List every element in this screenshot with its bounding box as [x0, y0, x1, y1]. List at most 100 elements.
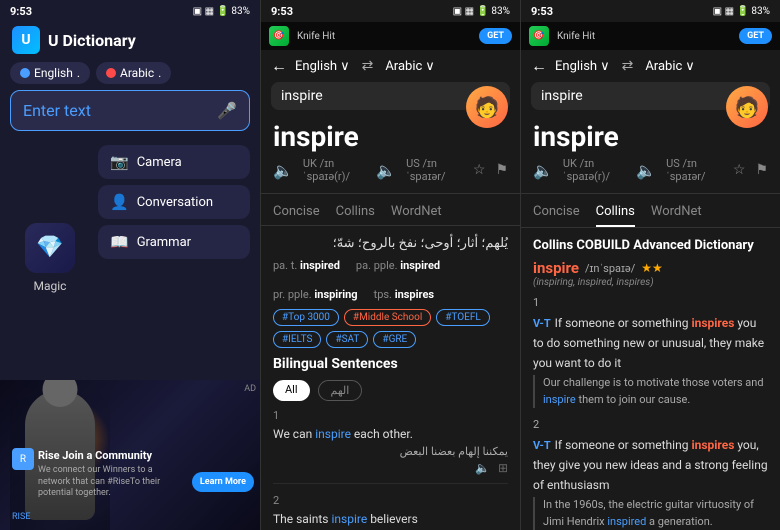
tab-concise-p3[interactable]: Concise: [533, 198, 580, 227]
tag-toefl[interactable]: #TOEFL: [436, 309, 489, 326]
ad-title: Rise Join a Community: [38, 449, 180, 463]
tag-middle-school[interactable]: #Middle School: [344, 309, 431, 326]
report-icon[interactable]: ⚑: [495, 162, 508, 178]
collins-word-forms: (inspiring, inspired, inspires): [533, 277, 768, 288]
status-icons-p2: ▣ ▦ 🔋 83%: [453, 6, 510, 17]
conversation-icon: 👤: [110, 193, 129, 211]
camera-button[interactable]: 📷 Camera: [98, 145, 250, 179]
panel-dictionary-home: 9:53 ▣ ▦ 🔋 83% U U Dictionary English . …: [0, 0, 260, 530]
lang-from-dot: [20, 68, 30, 78]
grammar-button[interactable]: 📖 Grammar: [98, 225, 250, 259]
lang-to-selector-p3[interactable]: Arabic ∨: [645, 59, 694, 74]
filter-ar-button[interactable]: الهم: [318, 380, 363, 401]
word-forms: pa. t. inspired pa. pple. inspired pr. p…: [273, 259, 508, 301]
favorite-icon[interactable]: ☆: [473, 162, 486, 178]
speaker-us-icon[interactable]: 🔈: [376, 161, 396, 180]
lang-swap-icon-p3[interactable]: ⇄: [622, 58, 634, 74]
lang-from-chevron: ∨: [340, 59, 350, 74]
ad-cta-button[interactable]: Learn More: [192, 472, 254, 492]
sentence-speaker-icon[interactable]: 🔈: [475, 461, 490, 475]
speaker-us-icon-p3[interactable]: 🔈: [636, 161, 656, 180]
ad-game-name: Knife Hit: [297, 31, 471, 42]
lang-swap-icon[interactable]: ⇄: [362, 58, 374, 74]
report-icon-p3[interactable]: ⚑: [755, 162, 768, 178]
tag-sat[interactable]: #SAT: [326, 331, 368, 348]
tag-gre[interactable]: #GRE: [373, 331, 416, 348]
tag-ielts[interactable]: #IELTS: [273, 331, 321, 348]
tab-wordnet-p2[interactable]: WordNet: [391, 198, 442, 225]
lang-from-label: English: [34, 66, 73, 80]
sentence-expand-icon[interactable]: ⊞: [498, 461, 508, 475]
filter-all-button[interactable]: All: [273, 380, 310, 401]
lang-to-text: Arabic: [385, 59, 422, 74]
lang-from-text: English: [295, 59, 337, 74]
features-section: 💎 Magic 📷 Camera 👤 Conversation 📖 Gramma…: [0, 141, 260, 374]
divider: [261, 193, 520, 194]
sentence-highlight-2: inspire: [331, 512, 367, 526]
def-text-1: V-T If someone or something inspires you…: [533, 312, 768, 372]
person-head: [43, 380, 78, 407]
status-bar-panel3: 9:53 ▣ ▦ 🔋 83%: [521, 0, 780, 22]
lang-to-button[interactable]: Arabic .: [96, 62, 171, 84]
tab-concise-p2[interactable]: Concise: [273, 198, 320, 225]
collins-def-2: 2 V-T If someone or something inspires y…: [533, 418, 768, 530]
ad-get-button-p3[interactable]: GET: [739, 28, 772, 44]
content-area-p2: يُلهم؛ أثار؛ أوحى؛ نفخ بالروح؛ شهّ؛ pa. …: [261, 232, 520, 530]
speaker-icon-p3[interactable]: 🔈: [533, 161, 553, 180]
back-button-p3[interactable]: ←: [531, 56, 547, 76]
def-body-1: If someone or something inspires you to …: [533, 316, 764, 370]
sentence-en-2: The saints inspire believers: [273, 510, 508, 528]
lang-to-dot-separator: .: [158, 66, 161, 80]
tab-collins-p3[interactable]: Collins: [596, 198, 635, 227]
lang-to-selector[interactable]: Arabic ∨: [385, 59, 434, 74]
sentence-1: 1 We can inspire each other. يمكننا إلها…: [273, 409, 508, 484]
language-selector-row: English . Arabic .: [0, 62, 260, 84]
favorite-icon-p3[interactable]: ☆: [733, 162, 746, 178]
word-avatar: 🧑: [466, 86, 508, 128]
feature-buttons: 📷 Camera 👤 Conversation 📖 Grammar: [98, 145, 250, 370]
collins-def-1: 1 V-T If someone or something inspires y…: [533, 296, 768, 408]
tab-wordnet-p3[interactable]: WordNet: [651, 198, 702, 227]
lang-from-selector-p3[interactable]: English ∨: [555, 59, 610, 74]
lang-from-button[interactable]: English .: [10, 62, 90, 84]
sentence-icons-1: 🔈 ⊞: [273, 461, 508, 475]
word-actions-row: 🔈 UK /ɪnˈspaɪə(r)/ 🔈 US /ɪnˈspaɪər/ ☆ ⚑: [261, 157, 520, 189]
form-present-participle: pr. pple. inspiring: [273, 288, 358, 301]
def-type-1: V-T: [533, 317, 551, 330]
phonetic-uk-p3: UK /ɪnˈspaɪə(r)/: [563, 157, 626, 183]
divider-p3: [521, 193, 780, 194]
def-num-2: 2: [533, 418, 768, 431]
mic-icon[interactable]: 🎤: [217, 101, 237, 120]
word-avatar-p3: 🧑: [726, 86, 768, 128]
collins-phonetic: /ɪnˈspaɪə/: [585, 262, 635, 275]
magic-label: Magic: [34, 279, 67, 293]
lang-to-chevron: ∨: [425, 59, 435, 74]
search-input-p2[interactable]: inspire: [281, 88, 480, 104]
conversation-button[interactable]: 👤 Conversation: [98, 185, 250, 219]
tag-top3000[interactable]: #Top 3000: [273, 309, 339, 326]
tab-collins-p2[interactable]: Collins: [336, 198, 375, 225]
lang-to-label: Arabic: [120, 66, 154, 80]
search-input-p3[interactable]: inspire: [541, 88, 740, 104]
ad-brand-logo: R: [12, 448, 34, 470]
ad-bar-panel3: 🎯 Knife Hit GET: [521, 22, 780, 50]
lang-to-chevron-p3: ∨: [685, 59, 695, 74]
app-title: U Dictionary: [48, 31, 136, 50]
sentence-2: 2 The saints inspire believers 🔈 ⊞: [273, 494, 508, 530]
ad-get-button[interactable]: GET: [479, 28, 512, 44]
search-box[interactable]: Enter text 🎤: [10, 90, 250, 131]
form-past: pa. t. inspired: [273, 259, 340, 272]
status-time-p2: 9:53: [271, 5, 293, 18]
ad-bar-panel2: 🎯 Knife Hit GET: [261, 22, 520, 50]
form-past-participle: pa. pple. inspired: [356, 259, 440, 272]
def-type-2: V-T: [533, 439, 551, 452]
speaker-icon[interactable]: 🔈: [273, 161, 293, 180]
word-actions-row-p3: 🔈 UK /ɪnˈspaɪə(r)/ 🔈 US /ɪnˈspaɪər/ ☆ ⚑: [521, 157, 780, 189]
lang-from-selector[interactable]: English ∨: [295, 59, 350, 74]
camera-icon: 📷: [110, 153, 129, 171]
def-body-2: If someone or something inspires you, th…: [533, 438, 768, 492]
definition-tabs-p3: Concise Collins WordNet: [521, 198, 780, 228]
def-text-2: V-T If someone or something inspires you…: [533, 434, 768, 494]
back-button[interactable]: ←: [271, 56, 287, 76]
magic-feature[interactable]: 💎 Magic: [10, 145, 90, 370]
